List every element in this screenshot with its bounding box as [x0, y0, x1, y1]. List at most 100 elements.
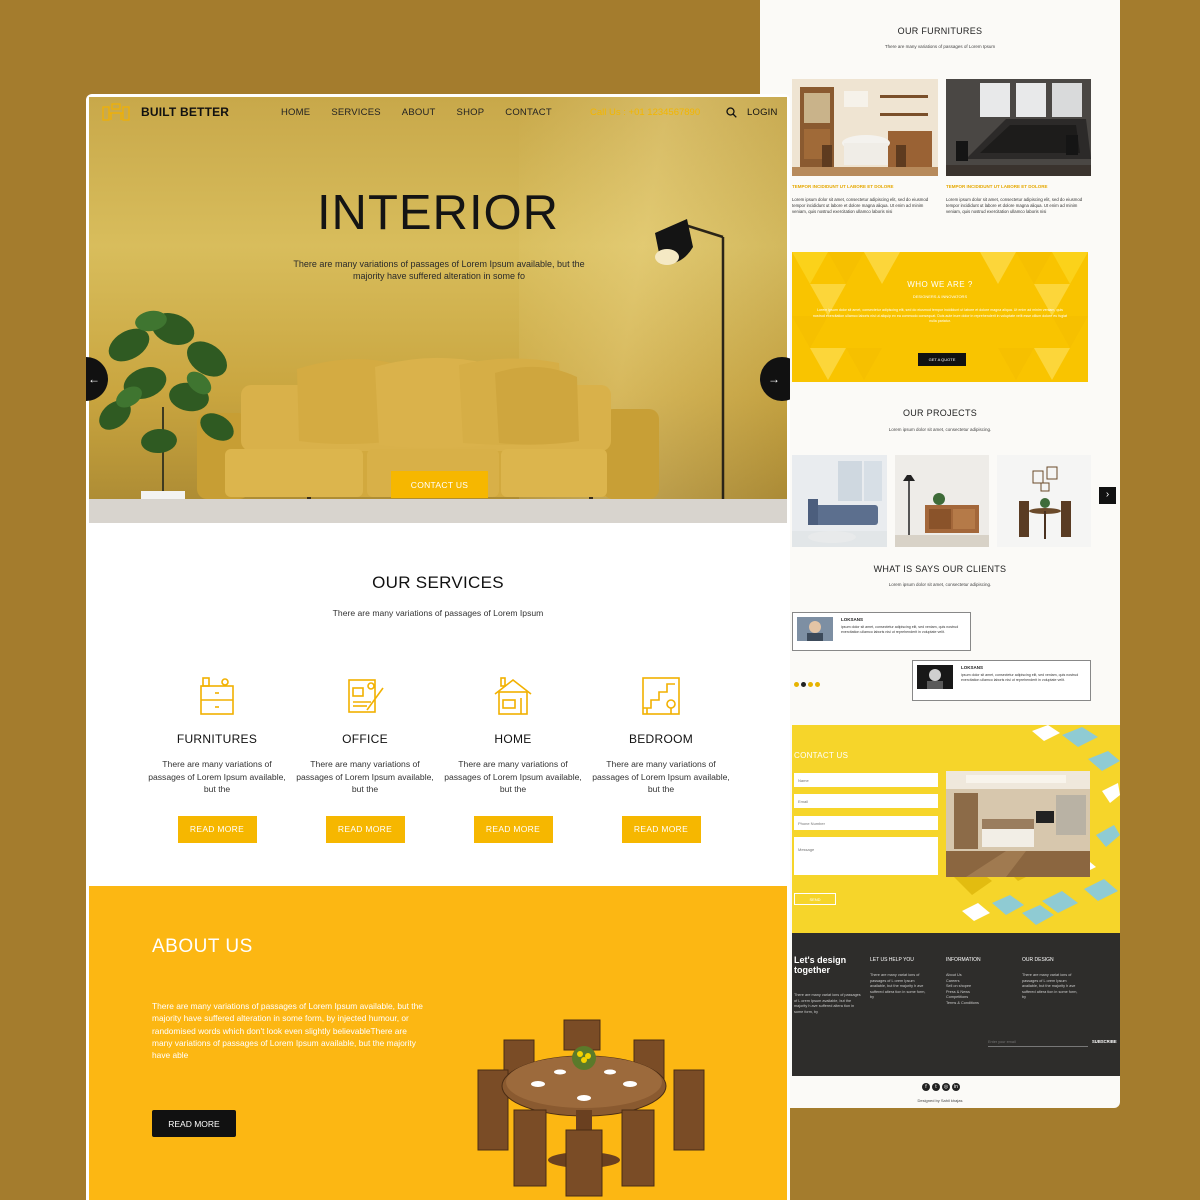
client-testimonial-card: LOKSANS ipsum dolor sit amet, consectetu…	[912, 660, 1091, 701]
clients-subtitle: Lorem ipsum dolor sit amet, consectetur …	[888, 582, 992, 587]
service-title: OFFICE	[342, 732, 388, 746]
read-more-button[interactable]: READ MORE	[177, 815, 257, 843]
client-name: LOKSANS	[961, 665, 984, 670]
login-link[interactable]: LOGIN	[747, 107, 778, 118]
get-a-quote-button[interactable]: GET A QUOTE	[918, 353, 966, 366]
project-living-image	[792, 455, 887, 547]
client-testimonial-card: LOKSANS ipsum dolor sit amet, consectetu…	[792, 612, 971, 651]
hero-subtitle: There are many variations of passages of…	[293, 259, 585, 281]
hero-floor	[89, 499, 787, 523]
send-button[interactable]: SEND	[794, 893, 836, 905]
service-text: There are many variations of passages of…	[592, 759, 730, 794]
footer-col-help: LET US HELP YOU There are many variat io…	[870, 957, 930, 1001]
contact-title: CONTACT US	[794, 751, 849, 760]
who-body: Lorem ipsum dolor sit amet, consectetur …	[812, 308, 1068, 323]
footer-col-text: There are many variat ions of passages o…	[870, 973, 926, 999]
contact-section: CONTACT US SEND	[792, 725, 1120, 933]
about-body: There are many variations of passages of…	[152, 1001, 423, 1061]
name-field[interactable]	[794, 773, 938, 787]
nav-services-link[interactable]: SERVICES	[331, 107, 380, 118]
hero-sofa-scene	[99, 219, 725, 523]
project-sideboard-image	[895, 455, 989, 547]
bedroom-image	[946, 771, 1090, 877]
carousel-dot-active[interactable]	[801, 682, 806, 687]
nav-contact-link[interactable]: CONTACT	[505, 107, 552, 118]
nav-shop-link[interactable]: SHOP	[457, 107, 485, 118]
contact-us-button[interactable]: CONTACT US	[391, 471, 488, 498]
nav-about-link[interactable]: ABOUT	[402, 107, 436, 118]
designer-credit: Designed by Sahil khajas	[917, 1098, 963, 1103]
carousel-dots[interactable]	[794, 682, 820, 687]
service-text: There are many variations of passages of…	[444, 759, 582, 794]
read-more-button[interactable]: READ MORE	[473, 815, 553, 843]
who-subtitle: DESIGNERS & INNOVATORS	[912, 294, 968, 299]
footer-brand-text: There are many variat ions of passages o…	[794, 993, 861, 1014]
carousel-dot[interactable]	[794, 682, 799, 687]
email-field[interactable]	[794, 794, 938, 808]
nav-home-link[interactable]: HOME	[281, 107, 310, 118]
projects-title: OUR PROJECTS	[902, 408, 978, 418]
brand-chair-icon	[102, 103, 130, 121]
footer-col-design: OUR DESIGN There are many variat ions of…	[1022, 957, 1082, 1001]
footer-link[interactable]: Terms & Conditions	[946, 1001, 1006, 1007]
service-text: There are many variations of passages of…	[296, 759, 434, 794]
hero-title: INTERIOR	[316, 186, 560, 240]
about-read-more-button[interactable]: READ MORE	[152, 1110, 236, 1137]
furniture-office-image	[946, 79, 1091, 176]
main-page-preview: BUILT BETTER HOME SERVICES ABOUT SHOP CO…	[86, 94, 790, 1200]
client-avatar	[917, 665, 953, 689]
phone-field[interactable]	[794, 816, 938, 830]
top-navigation: BUILT BETTER HOME SERVICES ABOUT SHOP CO…	[89, 97, 787, 127]
footer-col-heading: INFORMATION	[946, 957, 981, 963]
client-text: ipsum dolor sit amet, consectetur adipis…	[841, 625, 959, 634]
furnitures-subtitle: There are many variations of passages of…	[884, 44, 996, 49]
projects-subtitle: Lorem ipsum dolor sit amet, consectetur …	[888, 427, 992, 432]
facebook-icon[interactable]: f	[922, 1083, 930, 1091]
search-icon[interactable]	[726, 107, 737, 118]
carousel-dot[interactable]	[815, 682, 820, 687]
social-links: f t ◎ in	[922, 1083, 960, 1091]
who-title: WHO WE ARE ?	[907, 280, 973, 289]
service-text: There are many variations of passages of…	[148, 759, 286, 794]
newsletter-email-input[interactable]	[988, 1037, 1088, 1047]
nav-menu: HOME SERVICES ABOUT SHOP CONTACT	[281, 107, 552, 118]
furniture-card-heading: TEMPOR INCIDIDUNT UT LABORE ET DOLORE	[946, 184, 1048, 189]
furniture-card-text: Lorem ipsum dolor sit amet, consectetur …	[946, 197, 1083, 214]
furniture-cabinet-icon	[200, 677, 234, 715]
footer-col-heading: LET US HELP YOU	[870, 957, 914, 963]
twitter-icon[interactable]: t	[932, 1083, 940, 1091]
call-us-phone[interactable]: Call Us : +01 1234567890	[590, 107, 700, 118]
home-house-icon	[494, 677, 532, 715]
footer-col-information: INFORMATION About Us Careers Sell on sho…	[946, 957, 1006, 1006]
about-title: ABOUT US	[152, 936, 253, 957]
brand-logo[interactable]: BUILT BETTER	[101, 103, 229, 121]
service-card-office: OFFICE There are many variations of pass…	[291, 674, 439, 843]
message-field[interactable]	[794, 837, 938, 875]
read-more-button[interactable]: READ MORE	[621, 815, 701, 843]
carousel-dot[interactable]	[808, 682, 813, 687]
client-avatar	[797, 617, 833, 641]
dining-set-image	[477, 1019, 705, 1197]
client-name: LOKSANS	[841, 617, 864, 622]
service-title: FURNITURES	[176, 732, 258, 746]
furniture-card-heading: TEMPOR INCIDIDUNT UT LABORE ET DOLORE	[792, 184, 894, 189]
footer-brand: Let's design together	[794, 955, 847, 975]
brand-name: BUILT BETTER	[141, 105, 230, 119]
services-title: OUR SERVICES	[372, 573, 504, 592]
who-we-are-section: WHO WE ARE ? DESIGNERS & INNOVATORS Lore…	[792, 252, 1088, 382]
service-title: BEDROOM	[628, 732, 694, 746]
bedroom-stairs-icon	[642, 677, 680, 715]
service-title: HOME	[494, 732, 532, 746]
instagram-icon[interactable]: ◎	[942, 1083, 950, 1091]
office-blueprint-icon	[348, 679, 384, 713]
footer-col-heading: OUR DESIGN	[1022, 957, 1054, 963]
secondary-page-preview: OUR FURNITURES There are many variations…	[760, 0, 1120, 1108]
linkedin-icon[interactable]: in	[952, 1083, 960, 1091]
hero-section: BUILT BETTER HOME SERVICES ABOUT SHOP CO…	[89, 97, 787, 523]
read-more-button[interactable]: READ MORE	[325, 815, 405, 843]
furnitures-title: OUR FURNITURES	[897, 26, 983, 36]
services-subtitle: There are many variations of passages of…	[332, 608, 544, 618]
projects-next-button[interactable]: ›	[1099, 487, 1116, 504]
client-text: ipsum dolor sit amet, consectetur adipis…	[961, 673, 1079, 682]
subscribe-button[interactable]: SUBSCRIBE	[1092, 1039, 1117, 1044]
